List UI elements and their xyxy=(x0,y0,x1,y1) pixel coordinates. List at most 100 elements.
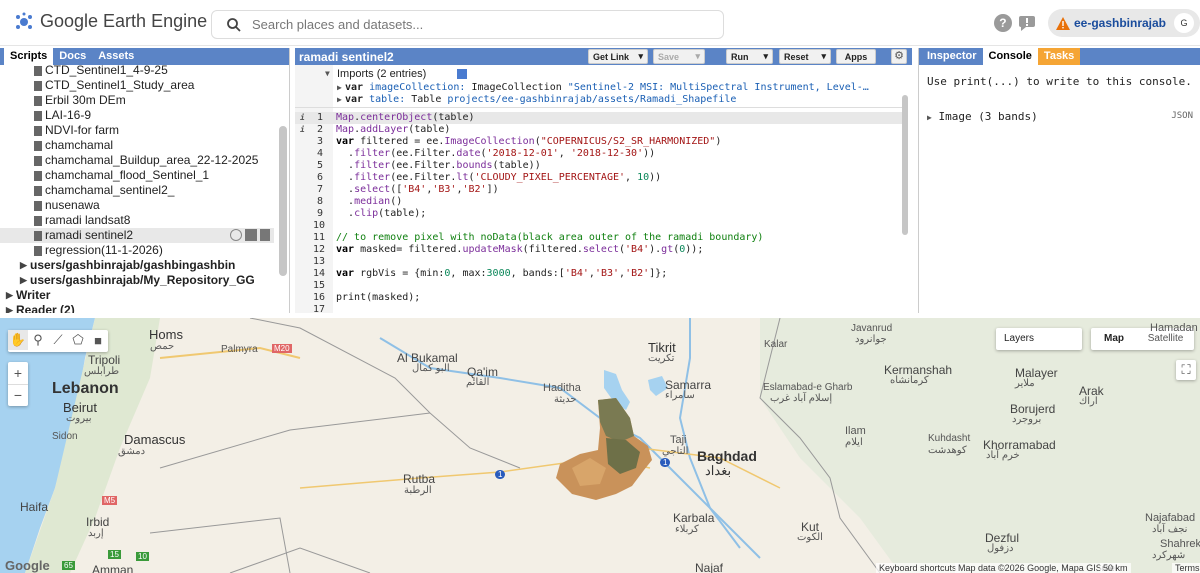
zoom-in-button[interactable]: + xyxy=(8,362,28,384)
gear-icon[interactable]: ⚙ xyxy=(891,49,907,64)
code-line[interactable]: 13 xyxy=(295,256,905,268)
tab-tasks[interactable]: Tasks xyxy=(1037,48,1081,65)
history-icon[interactable] xyxy=(230,229,242,241)
code-line[interactable]: 16 print(masked); xyxy=(295,292,905,304)
app-logo[interactable]: Google Earth Engine xyxy=(14,11,207,32)
polygon-icon[interactable]: ⬠ xyxy=(68,330,88,350)
fullscreen-icon[interactable]: ⛶ xyxy=(1176,360,1196,380)
terms-link[interactable]: Terms xyxy=(1172,563,1200,573)
reset-button[interactable]: Reset ▾ xyxy=(779,49,831,64)
expand-icon[interactable]: ▶ xyxy=(20,258,30,273)
list-item[interactable]: LAI-16-9 xyxy=(0,108,290,123)
code-line[interactable]: 2 i Map.addLayer(table) xyxy=(295,124,905,136)
line-number: 10 xyxy=(313,220,326,231)
repo-item[interactable]: ▶ users/gashbinrajab/gashbingashbin xyxy=(0,258,290,273)
code-line[interactable]: 4 .filter(ee.Filter.date('2018-12-01', '… xyxy=(295,148,905,160)
list-item[interactable]: chamchamal_Buildup_area_22-12-2025 xyxy=(0,153,290,168)
save-button[interactable]: Save ▾ xyxy=(653,49,705,64)
zoom-controls: + − xyxy=(8,362,28,406)
tab-inspector[interactable]: Inspector xyxy=(921,48,983,65)
list-item[interactable]: CTD_Sentinel1_4-9-25 xyxy=(0,65,290,78)
account-button[interactable]: ee-gashbinrajab G xyxy=(1047,9,1200,37)
place-label: الرطبة xyxy=(404,485,432,496)
tab-docs[interactable]: Docs xyxy=(53,48,92,65)
code-line[interactable]: 7 .select(['B4','B3','B2']) xyxy=(295,184,905,196)
marker-icon[interactable]: ⚲ xyxy=(28,330,48,350)
map-view[interactable]: ✋ ⚲ ⟋ ⬠ ■ + − Layers Map Satellite ⛶ Hom… xyxy=(0,318,1200,573)
list-item[interactable]: chamchamal_flood_Sentinel_1 xyxy=(0,168,290,183)
list-item[interactable]: chamchamal xyxy=(0,138,290,153)
feedback-icon[interactable] xyxy=(1018,14,1036,32)
code-text: var rgbVis = {min:0, max:3000, bands:['B… xyxy=(336,268,668,279)
list-item[interactable]: regression(11-1-2026) xyxy=(0,243,290,258)
get-link-button[interactable]: Get Link ▾ xyxy=(588,49,648,64)
scrollbar[interactable] xyxy=(279,126,287,276)
list-item-selected[interactable]: ramadi sentinel2 xyxy=(0,228,274,243)
file-icon xyxy=(34,65,42,76)
file-icon xyxy=(34,245,42,256)
code-line[interactable]: 14 var rgbVis = {min:0, max:3000, bands:[… xyxy=(295,268,905,280)
pan-hand-icon[interactable]: ✋ xyxy=(8,330,28,350)
code-line[interactable]: 15 xyxy=(295,280,905,292)
edit-icon[interactable] xyxy=(245,229,257,241)
line-number: 11 xyxy=(313,232,326,243)
import-line[interactable]: ▶ var imageCollection: ImageCollection "S… xyxy=(295,82,905,94)
list-item[interactable]: chamchamal_sentinel2_ xyxy=(0,183,290,198)
expand-icon[interactable]: ▶ xyxy=(927,113,932,122)
layers-button[interactable]: Layers xyxy=(996,328,1082,350)
expand-icon[interactable]: ▶ xyxy=(20,273,30,288)
list-item[interactable]: ramadi landsat8 xyxy=(0,213,290,228)
place-label: سامراء xyxy=(665,390,695,401)
avatar[interactable]: G xyxy=(1174,13,1194,33)
run-button[interactable]: Run ▾ xyxy=(726,49,773,64)
code-line[interactable]: 17 xyxy=(295,304,905,313)
code-line[interactable]: 5 .filter(ee.Filter.bounds(table)) xyxy=(295,160,905,172)
info-icon[interactable]: i xyxy=(300,112,305,124)
tab-console[interactable]: Console xyxy=(982,48,1038,65)
rectangle-icon[interactable]: ■ xyxy=(88,330,108,350)
console-output-row[interactable]: ▶ Image (3 bands) JSON xyxy=(927,110,1193,123)
repo-item[interactable]: ▶ users/gashbinrajab/My_Repository_GG xyxy=(0,273,290,288)
keyboard-shortcuts-link[interactable]: Keyboard shortcuts xyxy=(876,563,960,573)
code-line[interactable]: 8 .median() xyxy=(295,196,905,208)
zoom-out-button[interactable]: − xyxy=(8,384,28,406)
code-area[interactable]: ▼ Imports (2 entries) ▶ var imageCollectio… xyxy=(295,65,912,313)
list-item[interactable]: nusenawa xyxy=(0,198,290,213)
file-icon xyxy=(34,95,42,106)
help-icon[interactable]: ? xyxy=(993,14,1012,32)
import-line[interactable]: ▶ var table: Table projects/ee-gashbinraj… xyxy=(295,94,905,106)
code-line[interactable]: 12 var masked= filtered.updateMask(filter… xyxy=(295,244,905,256)
search-input[interactable]: Search places and datasets... xyxy=(211,10,724,39)
code-line[interactable]: 10 xyxy=(295,220,905,232)
line-icon[interactable]: ⟋ xyxy=(48,330,68,350)
json-link[interactable]: JSON xyxy=(1171,111,1193,121)
delete-icon[interactable] xyxy=(260,229,270,241)
code-line[interactable]: 9 .clip(table); xyxy=(295,208,905,220)
tab-assets[interactable]: Assets xyxy=(92,48,140,65)
place-label: Tripoli xyxy=(88,353,121,367)
imports-header[interactable]: ▼ Imports (2 entries) xyxy=(295,68,905,80)
scale-bar[interactable]: 50 km xyxy=(1100,563,1131,573)
list-item[interactable]: CTD_Sentinel1_Study_area xyxy=(0,78,290,93)
info-icon[interactable]: i xyxy=(300,124,305,136)
road-shield: 65 xyxy=(62,561,75,570)
code-line[interactable]: 3 var filtered = ee.ImageCollection("COPE… xyxy=(295,136,905,148)
scrollbar[interactable] xyxy=(902,95,908,235)
expand-icon[interactable]: ▶ xyxy=(6,303,16,313)
tab-scripts[interactable]: Scripts xyxy=(4,48,54,65)
group-item[interactable]: ▶ Writer xyxy=(0,288,290,303)
map-type-map-button[interactable]: Map xyxy=(1091,328,1137,350)
google-logo: Google xyxy=(5,558,50,573)
code-line[interactable]: 6 .filter(ee.Filter.lt('CLOUDY_PIXEL_PER… xyxy=(295,172,905,184)
line-number: 16 xyxy=(313,292,326,303)
group-item[interactable]: ▶ Reader (2) xyxy=(0,303,290,313)
code-line[interactable]: 11 // to remove pixel with noData(black a… xyxy=(295,232,905,244)
list-item[interactable]: NDVI-for farm xyxy=(0,123,290,138)
code-line[interactable]: 1 i Map.centerObject(table) xyxy=(295,112,905,124)
place-label: شهرکرد xyxy=(1152,550,1186,561)
search-placeholder: Search places and datasets... xyxy=(252,17,424,32)
import-doc-icon[interactable] xyxy=(457,69,467,79)
list-item[interactable]: Erbil 30m DEm xyxy=(0,93,290,108)
apps-button[interactable]: Apps xyxy=(836,49,876,64)
expand-icon[interactable]: ▶ xyxy=(6,288,16,303)
